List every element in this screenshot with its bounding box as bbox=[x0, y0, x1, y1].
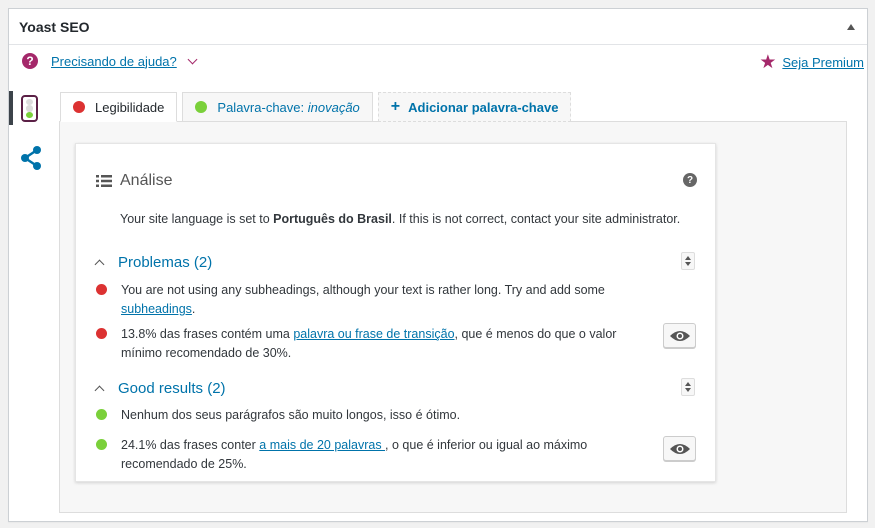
chevron-down-icon[interactable] bbox=[187, 54, 198, 64]
analysis-panel: Análise ? Your site language is set to P… bbox=[75, 143, 716, 482]
transition-words-link[interactable]: palavra ou frase de transição bbox=[293, 327, 454, 341]
green-status-dot bbox=[96, 439, 107, 450]
tab-keyword-label: Palavra-chave: inovação bbox=[217, 100, 359, 115]
help-row[interactable]: ? Precisando de ajuda? bbox=[22, 53, 198, 69]
share-icon[interactable] bbox=[20, 146, 42, 170]
item-text-pre: 24.1% das frases conter bbox=[121, 438, 260, 452]
lang-suffix: . If this is not correct, contact your s… bbox=[391, 212, 681, 226]
site-language-notice: Your site language is set to Português d… bbox=[120, 212, 680, 226]
red-status-dot bbox=[96, 284, 107, 295]
premium-link-row[interactable]: ★ Seja Premium bbox=[759, 53, 864, 72]
red-status-dot bbox=[96, 328, 107, 339]
tab-keyword-value: inovação bbox=[307, 99, 360, 115]
sort-icon[interactable] bbox=[681, 378, 695, 396]
tab-keyword-prefix: Palavra-chave: bbox=[217, 99, 305, 115]
active-side-tab-indicator bbox=[9, 91, 13, 125]
traffic-light-dot bbox=[26, 105, 33, 112]
item-text-post: . bbox=[191, 302, 196, 316]
sort-icon[interactable] bbox=[681, 252, 695, 270]
collapse-toggle-icon[interactable] bbox=[847, 23, 855, 30]
subheadings-link[interactable]: subheadings bbox=[121, 302, 192, 316]
list-item: 13.8% das frases contém uma palavra ou f… bbox=[96, 323, 696, 363]
lang-prefix: Your site language is set to bbox=[120, 212, 274, 226]
analysis-title: Análise bbox=[120, 172, 173, 189]
green-status-dot bbox=[96, 409, 107, 420]
analysis-heading: Análise bbox=[96, 172, 172, 190]
item-text: 24.1% das frases conter a mais de 20 pal… bbox=[121, 436, 636, 474]
traffic-light-dot bbox=[26, 111, 33, 118]
item-text-pre: 13.8% das frases contém uma bbox=[121, 327, 294, 341]
good-results-section-header[interactable]: Good results (2) bbox=[94, 380, 226, 397]
list-icon bbox=[96, 175, 112, 187]
eye-icon[interactable] bbox=[663, 323, 696, 348]
sentence-length-link[interactable]: a mais de 20 palavras bbox=[259, 438, 385, 452]
help-circle-icon[interactable]: ? bbox=[683, 173, 697, 187]
item-text: Nenhum dos seus parágrafos são muito lon… bbox=[121, 406, 636, 425]
good-results-title[interactable]: Good results (2) bbox=[118, 380, 226, 397]
tab-readability[interactable]: Legibilidade bbox=[60, 92, 178, 122]
red-status-dot bbox=[73, 101, 85, 113]
premium-link[interactable]: Seja Premium bbox=[782, 55, 864, 70]
item-text: You are not using any subheadings, altho… bbox=[121, 281, 636, 319]
tab-keyword[interactable]: Palavra-chave: inovação bbox=[182, 92, 373, 122]
question-icon: ? bbox=[22, 53, 38, 69]
chevron-up-icon[interactable] bbox=[94, 385, 105, 396]
add-keyword-button[interactable]: + Adicionar palavra-chave bbox=[377, 92, 572, 122]
item-text-pre: Nenhum dos seus parágrafos são muito lon… bbox=[121, 408, 461, 422]
add-keyword-label: Adicionar palavra-chave bbox=[408, 99, 559, 115]
chevron-up-icon[interactable] bbox=[94, 259, 105, 270]
tab-readability-label: Legibilidade bbox=[95, 99, 165, 115]
green-status-dot bbox=[195, 101, 208, 113]
postbox-title: Yoast SEO bbox=[19, 18, 90, 35]
problems-title[interactable]: Problemas (2) bbox=[118, 254, 212, 271]
plus-icon: + bbox=[390, 98, 401, 115]
list-item: Nenhum dos seus parágrafos são muito lon… bbox=[96, 406, 696, 425]
tabs-bar: Legibilidade Palavra-chave: inovação + A… bbox=[60, 92, 576, 122]
star-icon: ★ bbox=[759, 52, 777, 73]
lang-name: Português do Brasil bbox=[273, 212, 392, 226]
help-link[interactable]: Precisando de ajuda? bbox=[51, 54, 177, 69]
list-item: 24.1% das frases conter a mais de 20 pal… bbox=[96, 436, 696, 474]
item-text: 13.8% das frases contém uma palavra ou f… bbox=[121, 325, 636, 363]
list-item: You are not using any subheadings, altho… bbox=[96, 281, 696, 319]
traffic-light-icon[interactable] bbox=[21, 95, 38, 122]
problems-section-header[interactable]: Problemas (2) bbox=[94, 254, 212, 271]
eye-icon[interactable] bbox=[663, 436, 696, 461]
postbox-header: Yoast SEO bbox=[9, 9, 867, 45]
item-text-pre: You are not using any subheadings, altho… bbox=[121, 283, 605, 297]
